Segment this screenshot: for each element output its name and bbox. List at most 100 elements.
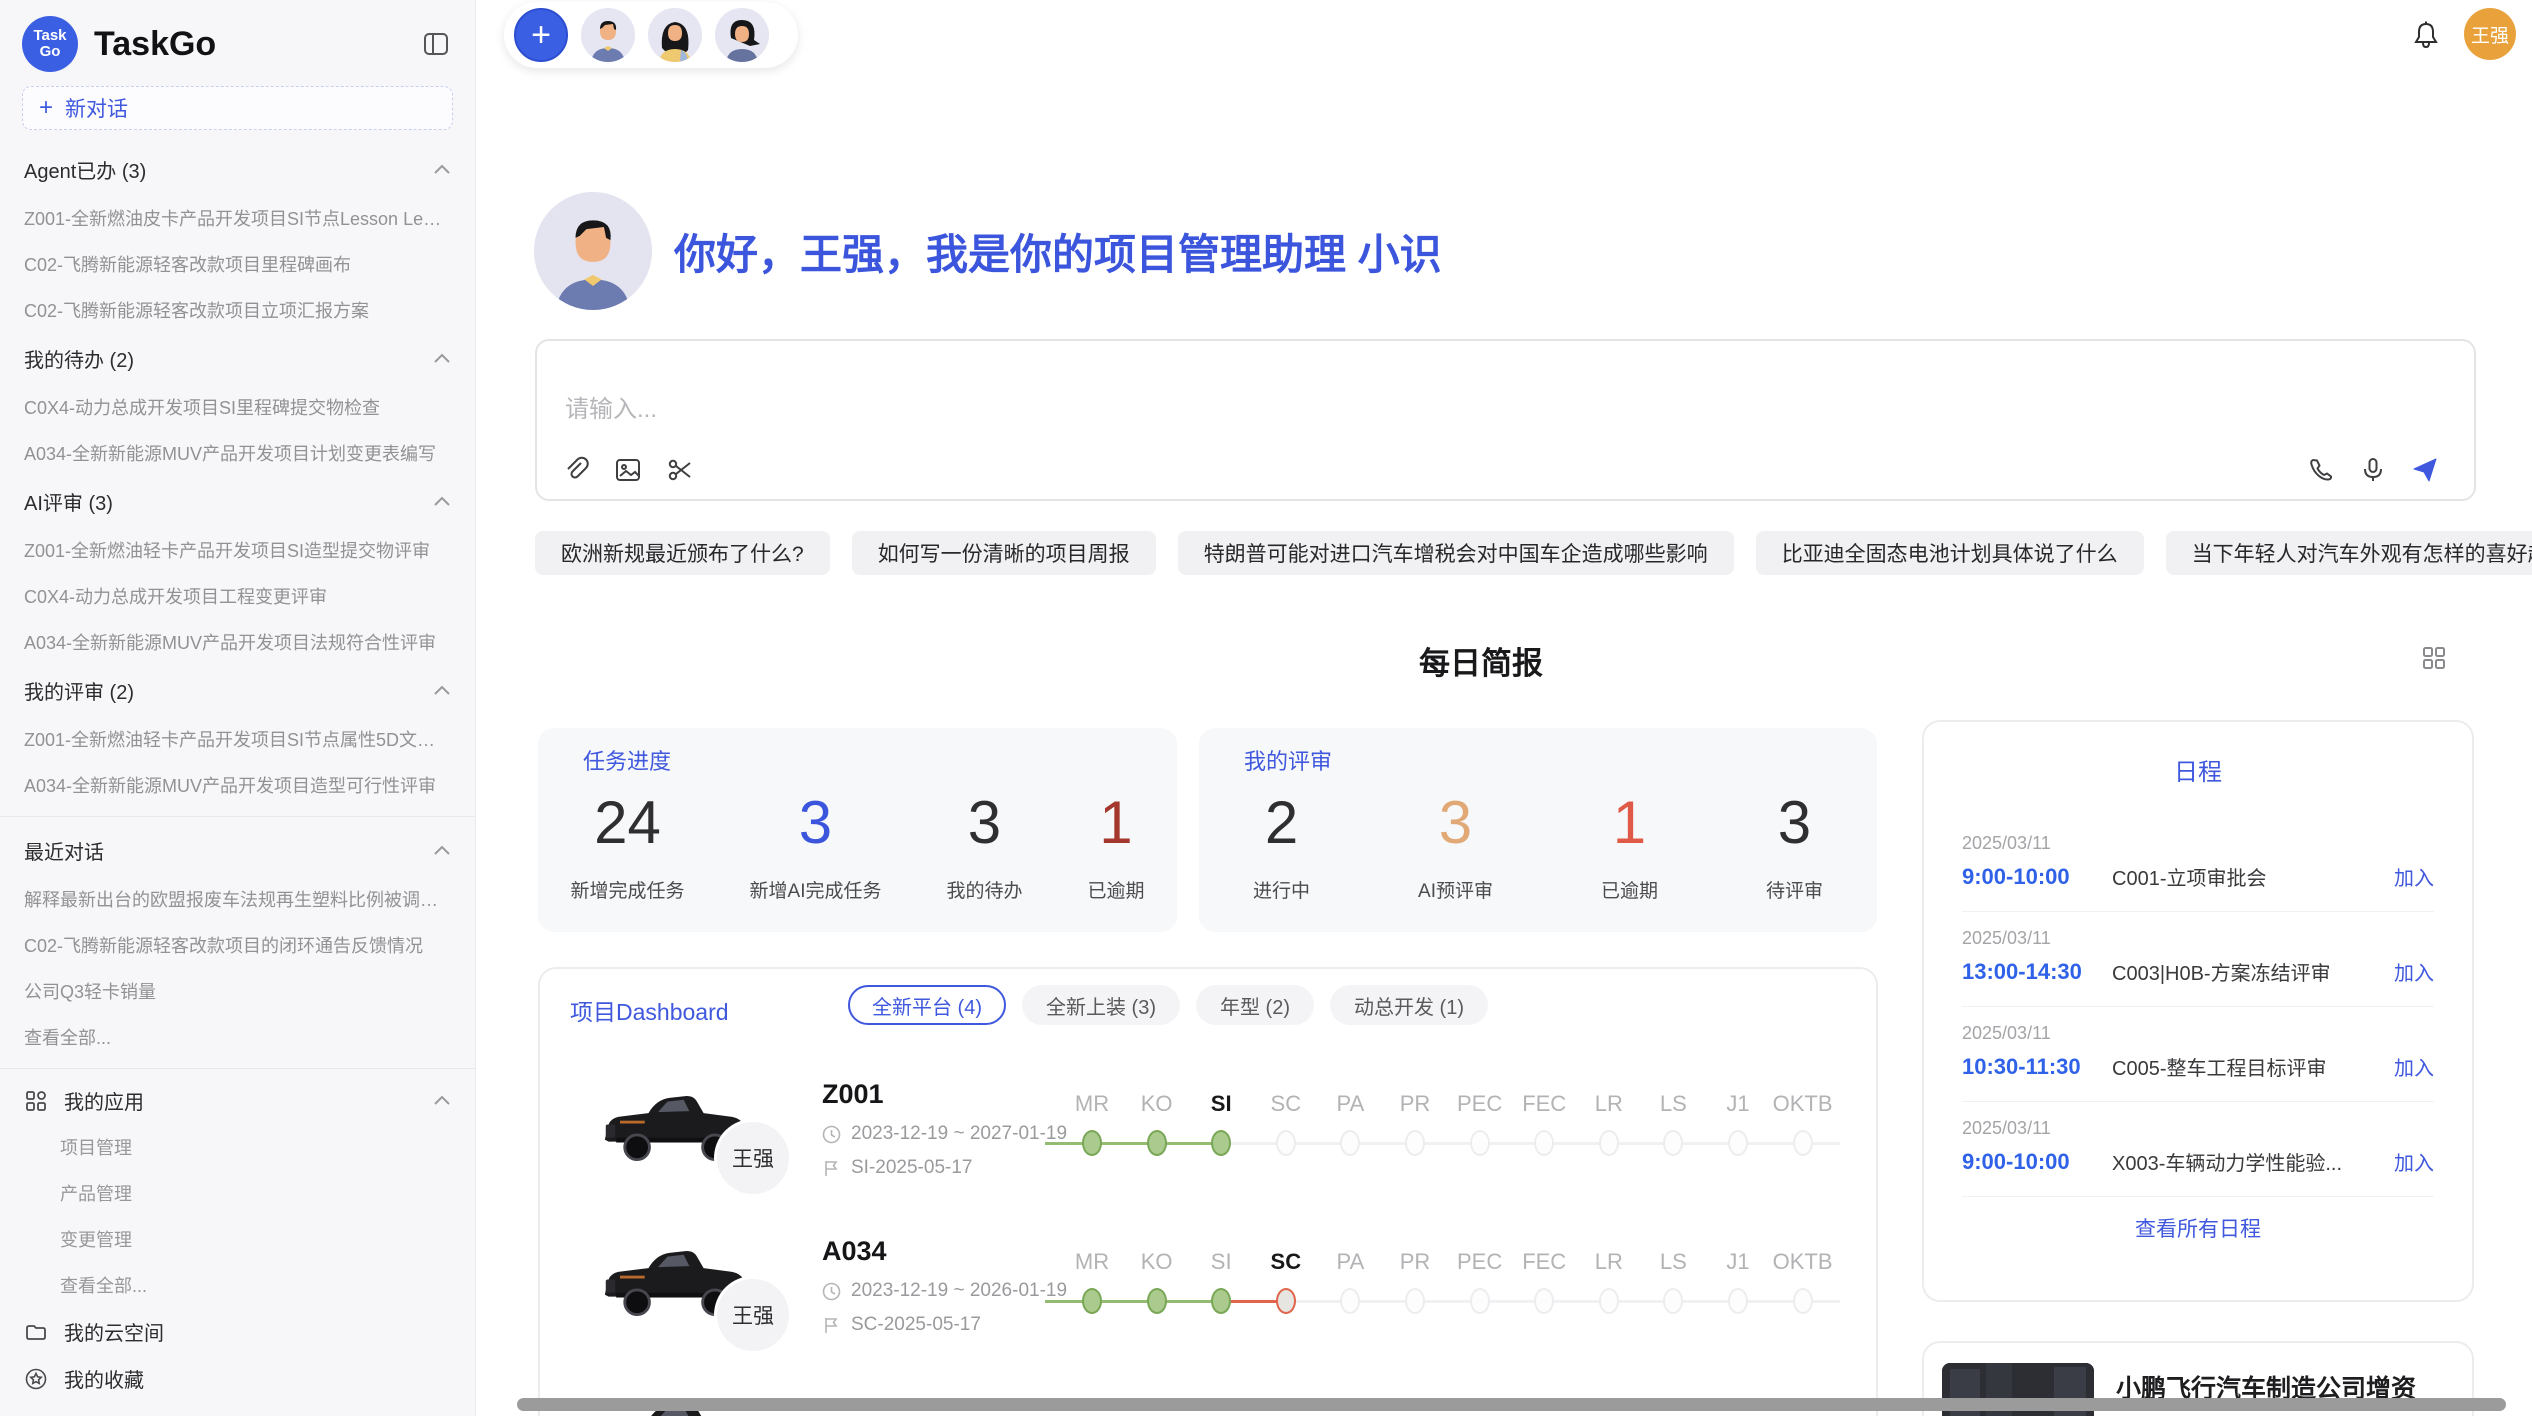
app-title: TaskGo [94,25,403,64]
milestone-dot[interactable] [1405,1130,1425,1156]
image-icon[interactable] [613,455,643,485]
milestone-dot[interactable] [1793,1288,1813,1314]
list-item[interactable]: Z001-全新燃油轻卡产品开发项目SI节点属性5D文件评审 [0,716,475,762]
milestone-label: MR [1057,1249,1127,1275]
scissors-icon[interactable] [665,455,695,485]
daily-briefing-title: 每日简报 [476,638,2486,683]
horizontal-scrollbar[interactable] [517,1398,2506,1411]
milestone-dot[interactable] [1147,1288,1167,1314]
suggestion-chip[interactable]: 比亚迪全固态电池计划具体说了什么 [1756,531,2144,575]
milestone-dot[interactable] [1082,1130,1102,1156]
list-item[interactable]: C02-飞腾新能源轻客改款项目的闭环通告反馈情况 [0,922,475,968]
sidebar-item-change-mgmt[interactable]: 变更管理 [0,1216,475,1262]
list-item[interactable]: A034-全新新能源MUV产品开发项目计划变更表编写 [0,430,475,476]
view-all-link[interactable]: 查看全部... [0,1014,475,1060]
list-item[interactable]: Z001-全新燃油皮卡产品开发项目SI节点Lesson Learn报告 [0,195,475,241]
section-my-review[interactable]: 我的评审 (2) [0,665,475,716]
milestone-label: J1 [1703,1249,1773,1275]
sidebar: Task Go TaskGo + 新对话 Agent已办 (3) Z001-全新… [0,0,476,1416]
event-title: C001-立项审批会 [2112,862,2394,891]
milestone-dot[interactable] [1211,1288,1231,1314]
milestone-label: SI [1186,1091,1256,1117]
milestone-dot[interactable] [1276,1130,1296,1156]
milestone-dot[interactable] [1599,1130,1619,1156]
send-icon[interactable] [2410,455,2440,485]
sidebar-item-label: 我的云空间 [64,1317,451,1346]
tab-year-model[interactable]: 年型 (2) [1196,985,1314,1025]
section-agent-done[interactable]: Agent已办 (3) [0,144,475,195]
schedule-row: 2025/03/11 9:00-10:00 X003-车辆动力学性能验... 加… [1962,1102,2434,1197]
sidebar-item-cloud-space[interactable]: 我的云空间 [0,1308,475,1355]
avatar[interactable] [648,8,702,62]
tab-all-new-platform[interactable]: 全新平台 (4) [848,985,1006,1025]
my-review-card: 我的评审 2进行中 3AI预评审 1已逾期 3待评审 [1199,728,1877,932]
milestone-dot[interactable] [1470,1288,1490,1314]
list-item[interactable]: C0X4-动力总成开发项目工程变更评审 [0,573,475,619]
list-item[interactable]: 解释最新出台的欧盟报废车法规再生塑料比例被调至15%... [0,876,475,922]
event-date: 2025/03/11 [1962,928,2434,949]
list-item[interactable]: C0X4-动力总成开发项目SI里程碑提交物检查 [0,384,475,430]
milestone-dot[interactable] [1276,1288,1296,1314]
section-recent-chats[interactable]: 最近对话 [0,825,475,876]
milestone-strip: MRKOSISCPAPRPECFECLRLSJ1OKTB [540,1091,1878,1171]
view-all-link[interactable]: 查看全部... [0,1262,475,1308]
sidebar-item-my-apps[interactable]: 我的应用 [0,1077,475,1124]
milestone-dot[interactable] [1340,1130,1360,1156]
section-ai-review[interactable]: AI评审 (3) [0,476,475,527]
avatar[interactable] [715,8,769,62]
milestone-dot[interactable] [1340,1288,1360,1314]
view-all-schedule-link[interactable]: 查看所有日程 [1924,1213,2472,1243]
notification-bell-icon[interactable] [2408,18,2444,54]
list-item[interactable]: 公司Q3轻卡销量 [0,968,475,1014]
milestone-dot[interactable] [1211,1130,1231,1156]
milestone-label: OKTB [1768,1091,1838,1117]
milestone-dot[interactable] [1082,1288,1102,1314]
milestone-dot[interactable] [1663,1130,1683,1156]
milestone-dot[interactable] [1534,1130,1554,1156]
suggestion-chip[interactable]: 欧洲新规最近颁布了什么? [535,531,830,575]
layout-grid-icon[interactable] [2420,644,2448,672]
join-link[interactable]: 加入 [2394,957,2434,986]
add-agent-button[interactable]: + [514,8,568,62]
event-date: 2025/03/11 [1962,1023,2434,1044]
phone-icon[interactable] [2306,455,2336,485]
tab-powertrain[interactable]: 动总开发 (1) [1330,985,1488,1025]
stat: 2进行中 [1253,790,1310,903]
sidebar-item-product-mgmt[interactable]: 产品管理 [0,1170,475,1216]
section-my-todo[interactable]: 我的待办 (2) [0,333,475,384]
microphone-icon[interactable] [2358,455,2388,485]
milestone-dot[interactable] [1728,1288,1748,1314]
milestone-dot[interactable] [1793,1130,1813,1156]
milestone-dot[interactable] [1728,1130,1748,1156]
milestone-label: SI [1186,1249,1256,1275]
suggestion-chip[interactable]: 当下年轻人对汽车外观有怎样的喜好趋势 [2166,531,2532,575]
attachment-icon[interactable] [561,455,591,485]
milestone-dot[interactable] [1599,1288,1619,1314]
new-chat-button[interactable]: + 新对话 [22,86,453,130]
suggestion-chip[interactable]: 特朗普可能对进口汽车增税会对中国车企造成哪些影响 [1178,531,1734,575]
milestone-dot[interactable] [1663,1288,1683,1314]
list-item[interactable]: Z001-全新燃油轻卡产品开发项目SI造型提交物评审 [0,527,475,573]
chat-input[interactable] [563,395,1767,425]
list-item[interactable]: C02-飞腾新能源轻客改款项目立项汇报方案 [0,287,475,333]
tab-new-body[interactable]: 全新上装 (3) [1022,985,1180,1025]
sidebar-collapse-icon[interactable] [419,27,453,61]
milestone-dot[interactable] [1470,1130,1490,1156]
sidebar-item-project-mgmt[interactable]: 项目管理 [0,1124,475,1170]
user-avatar[interactable]: 王强 [2464,8,2516,60]
milestone-dot[interactable] [1534,1288,1554,1314]
suggestion-chip[interactable]: 如何写一份清晰的项目周报 [852,531,1156,575]
milestone-dot[interactable] [1147,1130,1167,1156]
sidebar-item-favorites[interactable]: 我的收藏 [0,1355,475,1402]
list-item[interactable]: A034-全新新能源MUV产品开发项目法规符合性评审 [0,619,475,665]
list-item[interactable]: C02-飞腾新能源轻客改款项目里程碑画布 [0,241,475,287]
join-link[interactable]: 加入 [2394,862,2434,891]
join-link[interactable]: 加入 [2394,1147,2434,1176]
event-date: 2025/03/11 [1962,833,2434,854]
list-item[interactable]: A034-全新新能源MUV产品开发项目造型可行性评审 [0,762,475,808]
milestone-label: LR [1574,1249,1644,1275]
avatar[interactable] [581,8,635,62]
dashboard-title: 项目Dashboard [570,993,729,1027]
milestone-dot[interactable] [1405,1288,1425,1314]
join-link[interactable]: 加入 [2394,1052,2434,1081]
